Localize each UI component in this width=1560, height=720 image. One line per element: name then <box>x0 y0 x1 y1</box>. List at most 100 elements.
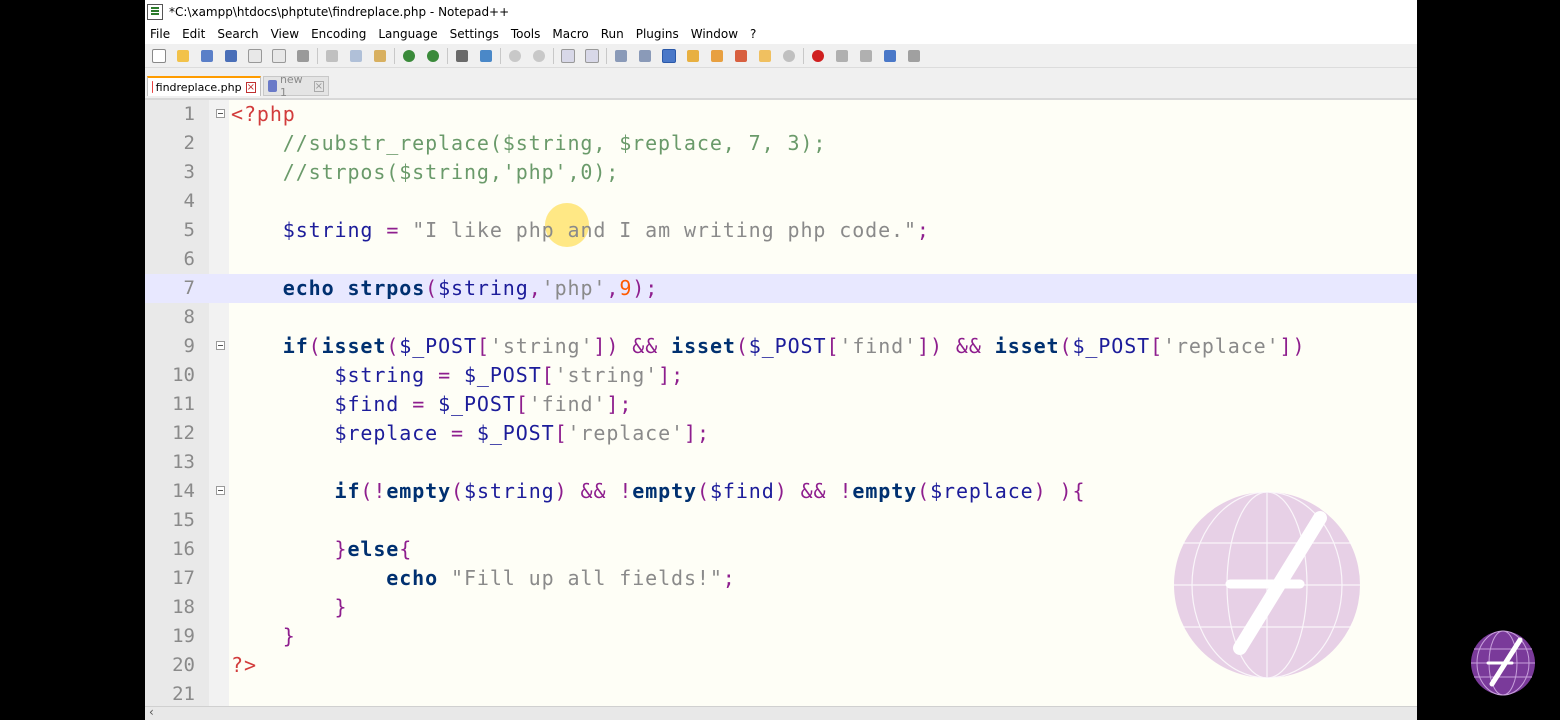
indent-guide-icon[interactable] <box>659 46 679 66</box>
code-text: } <box>334 595 348 619</box>
line-number: 17 <box>172 567 195 589</box>
monitoring-icon[interactable] <box>779 46 799 66</box>
close-all-icon[interactable] <box>269 46 289 66</box>
code-text: //substr_replace($string, $replace, 7, 3… <box>231 131 827 155</box>
new-file-icon[interactable] <box>149 46 169 66</box>
line-number: 8 <box>183 306 195 328</box>
tab-findreplace[interactable]: findreplace.php × <box>147 76 261 96</box>
toolbar-separator <box>500 47 501 64</box>
code-line[interactable]: 11 $find = $_POST['find']; <box>145 390 1417 419</box>
line-number: 18 <box>172 596 195 618</box>
line-number: 11 <box>172 393 195 415</box>
zoom-out-icon[interactable] <box>529 46 549 66</box>
menu-language[interactable]: Language <box>372 27 443 41</box>
line-number: 14 <box>172 480 195 502</box>
menu-search[interactable]: Search <box>211 27 264 41</box>
menu-run[interactable]: Run <box>595 27 630 41</box>
paste-icon[interactable] <box>370 46 390 66</box>
fold-toggle-icon[interactable] <box>216 109 225 118</box>
menu-window[interactable]: Window <box>685 27 744 41</box>
code-text: $string = "I like php and I am writing p… <box>282 218 930 242</box>
code-line[interactable]: 2 //substr_replace($string, $replace, 7,… <box>145 129 1417 158</box>
code-line[interactable]: 7 echo strpos($string,'php',9); <box>145 274 1417 303</box>
code-text: if(isset($_POST['string']) && isset($_PO… <box>282 334 1306 358</box>
print-icon[interactable] <box>293 46 313 66</box>
line-number: 5 <box>183 219 195 241</box>
fold-toggle-icon[interactable] <box>216 486 225 495</box>
code-line[interactable]: 12 $replace = $_POST['replace']; <box>145 419 1417 448</box>
code-line[interactable]: 5 $string = "I like php and I am writing… <box>145 216 1417 245</box>
zoom-in-icon[interactable] <box>505 46 525 66</box>
code-editor[interactable]: 1 <?php 2 //substr_replace($string, $repla… <box>145 100 1417 706</box>
save-macro-icon[interactable] <box>904 46 924 66</box>
toolbar-separator <box>317 47 318 64</box>
code-text: $replace = $_POST['replace']; <box>334 421 710 445</box>
toolbar-separator <box>606 47 607 64</box>
save-icon[interactable] <box>197 46 217 66</box>
menu-macro[interactable]: Macro <box>546 27 594 41</box>
redo-icon[interactable] <box>423 46 443 66</box>
menu-bar: File Edit Search View Encoding Language … <box>145 24 1417 44</box>
code-line[interactable]: 10 $string = $_POST['string']; <box>145 361 1417 390</box>
notepadpp-window: *C:\xampp\htdocs\phptute\findreplace.php… <box>145 0 1417 720</box>
replace-icon[interactable] <box>476 46 496 66</box>
tab-new-1[interactable]: new 1 × <box>263 73 329 99</box>
scroll-left-icon[interactable]: ‹ <box>149 705 154 719</box>
menu-file[interactable]: File <box>145 27 176 41</box>
udl-icon[interactable] <box>683 46 703 66</box>
cut-icon[interactable] <box>322 46 342 66</box>
word-wrap-icon[interactable] <box>611 46 631 66</box>
window-title: *C:\xampp\htdocs\phptute\findreplace.php… <box>169 5 510 19</box>
menu-settings[interactable]: Settings <box>444 27 505 41</box>
close-file-icon[interactable] <box>245 46 265 66</box>
code-line[interactable]: 9 if(isset($_POST['string']) && isset($_… <box>145 332 1417 361</box>
line-number: 19 <box>172 625 195 647</box>
fold-toggle-icon[interactable] <box>216 341 225 350</box>
sync-horizontal-icon[interactable] <box>582 46 602 66</box>
line-number: 13 <box>172 451 195 473</box>
code-line[interactable]: 3 //strpos($string,'php',0); <box>145 158 1417 187</box>
menu-plugins[interactable]: Plugins <box>630 27 685 41</box>
code-line[interactable]: 6 <box>145 245 1417 274</box>
function-list-icon[interactable] <box>731 46 751 66</box>
line-number: 4 <box>183 190 195 212</box>
sync-vertical-icon[interactable] <box>558 46 578 66</box>
line-number: 6 <box>183 248 195 270</box>
find-icon[interactable] <box>452 46 472 66</box>
code-line[interactable]: 8 <box>145 303 1417 332</box>
close-tab-icon[interactable]: × <box>313 80 324 92</box>
line-number: 2 <box>183 132 195 154</box>
code-line[interactable]: 13 <box>145 448 1417 477</box>
code-text: $find = $_POST['find']; <box>334 392 633 416</box>
code-text: ?> <box>231 653 257 677</box>
play-macro-icon[interactable] <box>856 46 876 66</box>
code-text: echo "Fill up all fields!"; <box>386 566 736 590</box>
folder-workspace-icon[interactable] <box>755 46 775 66</box>
open-file-icon[interactable] <box>173 46 193 66</box>
toolbar-separator <box>394 47 395 64</box>
run-macro-multiple-icon[interactable] <box>880 46 900 66</box>
code-line[interactable]: 4 <box>145 187 1417 216</box>
copy-icon[interactable] <box>346 46 366 66</box>
code-line[interactable]: 1 <?php <box>145 100 1417 129</box>
menu-view[interactable]: View <box>265 27 305 41</box>
toolbar-separator <box>447 47 448 64</box>
menu-help[interactable]: ? <box>744 27 762 41</box>
close-tab-icon[interactable]: × <box>245 81 256 93</box>
stop-macro-icon[interactable] <box>832 46 852 66</box>
saved-file-icon <box>268 80 277 92</box>
menu-encoding[interactable]: Encoding <box>305 27 372 41</box>
doc-map-icon[interactable] <box>707 46 727 66</box>
line-number: 10 <box>172 364 195 386</box>
show-all-chars-icon[interactable] <box>635 46 655 66</box>
code-text: //strpos($string,'php',0); <box>231 160 620 184</box>
save-all-icon[interactable] <box>221 46 241 66</box>
menu-tools[interactable]: Tools <box>505 27 547 41</box>
horizontal-scrollbar[interactable]: ‹ <box>145 705 1417 720</box>
code-line[interactable]: 21 <box>145 680 1417 706</box>
tab-label: new 1 <box>279 73 303 99</box>
menu-edit[interactable]: Edit <box>176 27 211 41</box>
record-macro-icon[interactable] <box>808 46 828 66</box>
line-number: 15 <box>172 509 195 531</box>
undo-icon[interactable] <box>399 46 419 66</box>
